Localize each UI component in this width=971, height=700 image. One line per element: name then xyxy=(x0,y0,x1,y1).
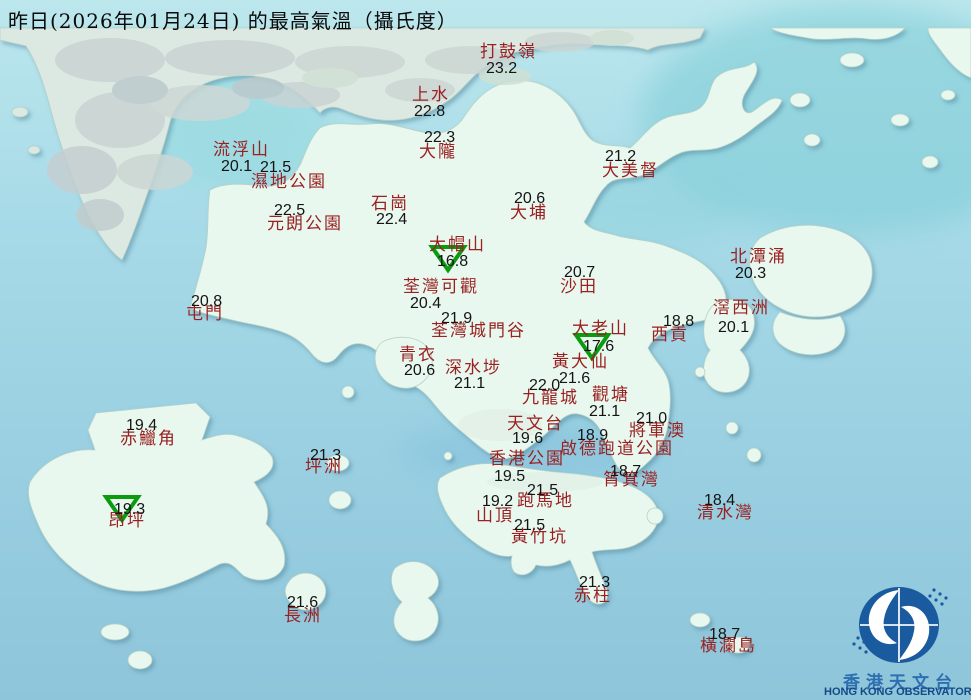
station-value: 21.1 xyxy=(454,375,486,392)
island-cwb-2 xyxy=(746,447,762,463)
island-po-toi-1 xyxy=(689,612,711,628)
station-name: 大埔 xyxy=(510,203,548,223)
station-name: 沙田 xyxy=(560,277,598,297)
station-value: 18.9 xyxy=(577,427,609,444)
station-name: 大隴 xyxy=(419,142,457,162)
page-title: 昨日(2026年01月24日) 的最高氣溫（攝氏度） xyxy=(8,9,458,33)
station-value: 21.3 xyxy=(310,447,342,464)
island-mirs-6 xyxy=(940,89,956,101)
station-value: 21.6 xyxy=(559,370,591,387)
station-name: 黃大仙 xyxy=(552,352,609,372)
station-value: 20.6 xyxy=(514,190,546,207)
station-value: 20.3 xyxy=(735,265,767,282)
island-tung-lung xyxy=(646,507,664,525)
station-name: 上水 xyxy=(412,85,450,105)
island-west-1 xyxy=(11,106,29,118)
station-name: 觀塘 xyxy=(592,385,630,405)
station-name: 濕地公園 xyxy=(251,172,327,192)
station-value: 21.1 xyxy=(589,403,621,420)
station-value: 21.6 xyxy=(287,594,319,611)
station-name: 大帽山 xyxy=(429,235,486,255)
station-value: 21.2 xyxy=(605,148,637,165)
station-value: 21.5 xyxy=(514,517,546,534)
station-value: 18.7 xyxy=(610,463,642,480)
island-mirs-2 xyxy=(803,133,821,147)
logo-english-text: HONG KONG OBSERVATORY xyxy=(824,686,971,698)
hko-logo-symbol xyxy=(852,587,948,663)
station-name: 大美督 xyxy=(602,161,659,181)
island-ma-wan xyxy=(341,385,355,399)
station-value: 20.7 xyxy=(564,264,596,281)
station-name: 北潭涌 xyxy=(730,247,787,267)
station-value: 19.5 xyxy=(494,468,526,485)
hong-kong-map xyxy=(0,0,971,700)
island-cwb-1 xyxy=(725,421,739,435)
station-value: 20.1 xyxy=(718,319,750,336)
station-value: 21.9 xyxy=(441,310,473,327)
station-value: 21.0 xyxy=(636,410,668,427)
station-value: 16.8 xyxy=(437,253,469,270)
station-value: 20.1 xyxy=(221,158,253,175)
island-mirs-1 xyxy=(789,92,811,108)
station-value: 22.0 xyxy=(529,377,561,394)
island-port-shelter-1 xyxy=(694,366,706,378)
station-value: 20.8 xyxy=(191,293,223,310)
station-name: 打鼓嶺 xyxy=(480,42,537,62)
hko-temperature-map: 昨日(2026年01月24日) 的最高氣溫（攝氏度） 23.2 打鼓嶺 22.8 上水… xyxy=(0,0,971,700)
island-mirs-3 xyxy=(839,52,865,68)
station-value: 20.4 xyxy=(410,295,442,312)
island-soko-2 xyxy=(127,650,153,670)
station-value: 18.8 xyxy=(663,313,695,330)
island-soko-1 xyxy=(100,623,130,641)
station-value: 19.6 xyxy=(512,430,544,447)
station-value: 21.3 xyxy=(579,574,611,591)
station-name: 滘西洲 xyxy=(713,298,770,318)
station-name: 山頂 xyxy=(476,506,514,526)
island-hei-ling-chau xyxy=(328,490,352,510)
station-value: 22.4 xyxy=(376,211,408,228)
station-value: 19.3 xyxy=(114,501,146,518)
station-value: 22.3 xyxy=(424,129,456,146)
island-mirs-5 xyxy=(921,155,939,169)
island-mirs-4 xyxy=(890,113,910,127)
station-value: 22.5 xyxy=(274,202,306,219)
station-value: 19.4 xyxy=(126,417,158,434)
station-value: 22.8 xyxy=(414,103,446,120)
station-name: 香港公園 xyxy=(489,449,565,469)
station-name: 荃灣可觀 xyxy=(403,277,479,297)
station-name: 流浮山 xyxy=(213,140,270,160)
hko-logo: 香港天文台 HONG KONG OBSERVATORY xyxy=(824,582,971,700)
island-green-island xyxy=(443,451,453,461)
station-value: 18.7 xyxy=(709,626,741,643)
station-value: 21.5 xyxy=(527,482,559,499)
station-value: 20.6 xyxy=(404,362,436,379)
station-value: 21.5 xyxy=(260,159,292,176)
station-value: 18.4 xyxy=(704,492,736,509)
station-value: 19.2 xyxy=(482,493,514,510)
island-west-2 xyxy=(27,145,41,155)
station-name: 大老山 xyxy=(572,319,629,339)
station-value: 17.6 xyxy=(583,338,615,355)
station-value: 23.2 xyxy=(486,60,518,77)
